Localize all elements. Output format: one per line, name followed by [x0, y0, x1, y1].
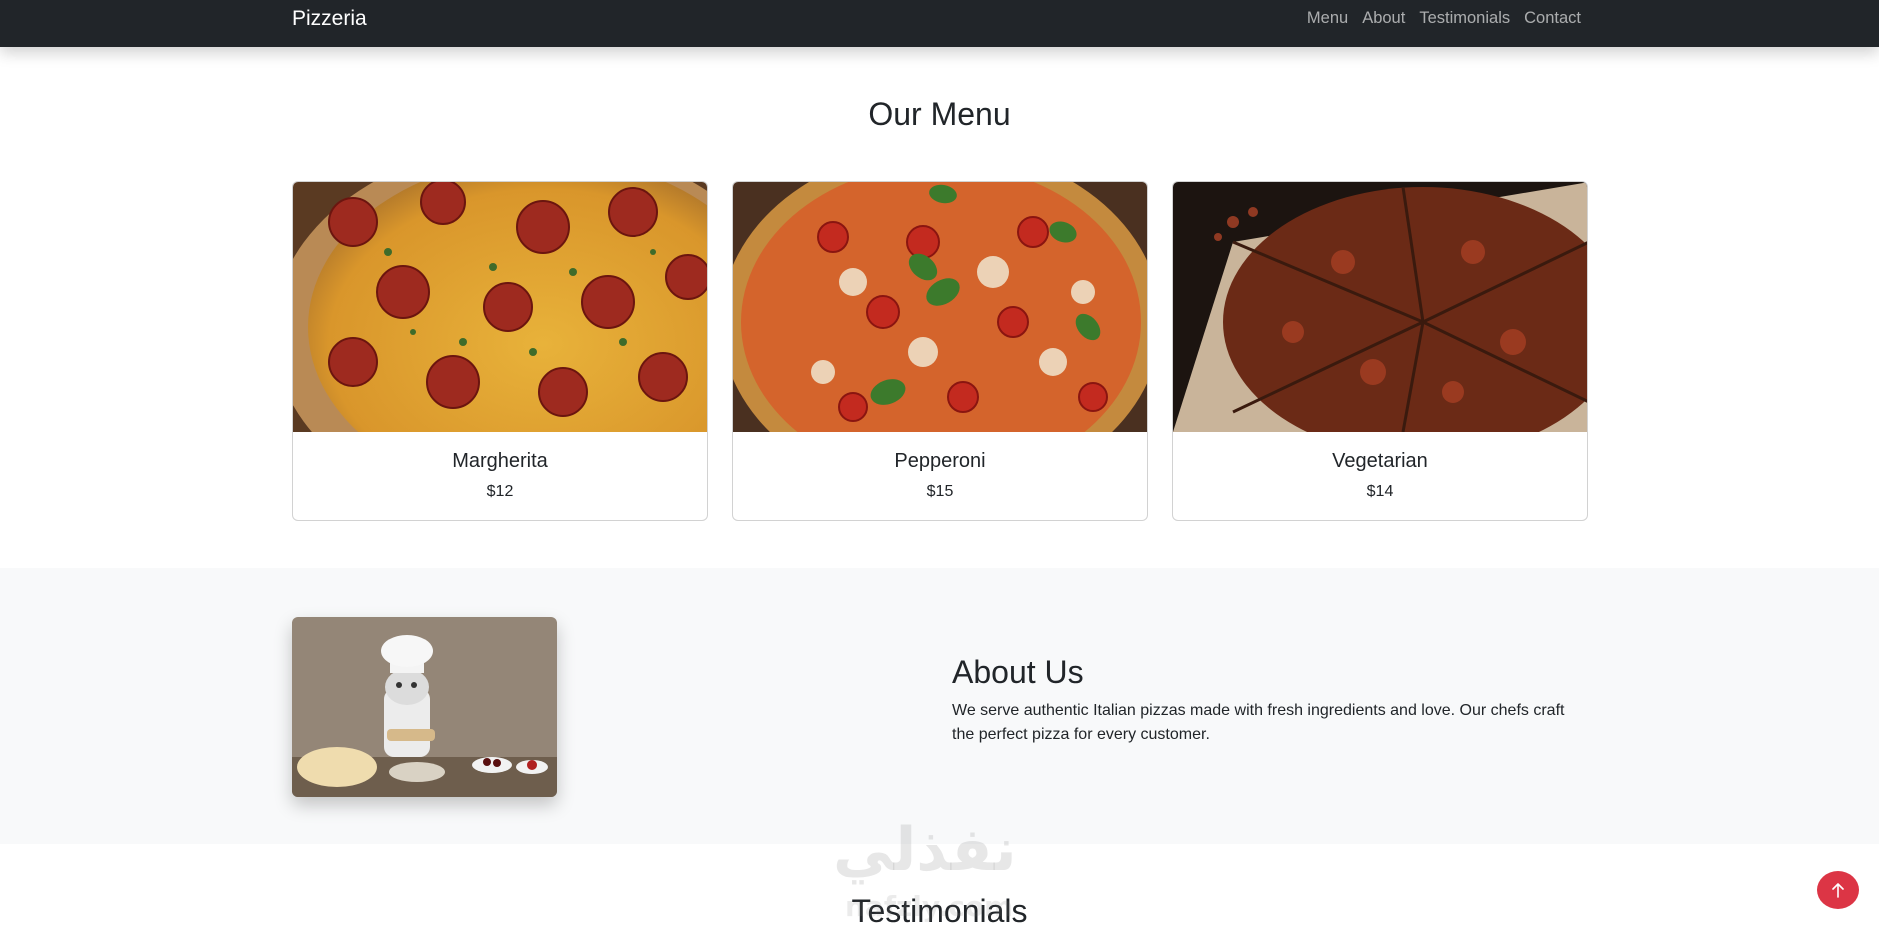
menu-item-price: $14	[1366, 483, 1394, 500]
watermark-logo: نفذلي	[833, 815, 1017, 885]
menu-item-name: Margherita	[452, 450, 548, 472]
about-section: About Us We serve authentic Italian pizz…	[0, 568, 1879, 844]
menu-card-vegetarian[interactable]: Vegetarian $14	[1172, 181, 1588, 521]
arrow-up-icon	[1831, 882, 1845, 898]
menu-item-name: Pepperoni	[894, 450, 986, 472]
watermark-url: nafzly.com	[845, 890, 1014, 923]
menu-card-pepperoni[interactable]: Pepperoni $15	[732, 181, 1148, 521]
menu-cards: Margherita $12 Pepperoni $15 Vegetarian …	[292, 181, 1589, 521]
chef-cat-photo	[292, 617, 557, 797]
nav-link-menu[interactable]: Menu	[1300, 8, 1355, 28]
about-description: We serve authentic Italian pizzas made w…	[952, 702, 1565, 743]
nav-link-testimonials[interactable]: Testimonials	[1412, 8, 1517, 28]
menu-item-name: Vegetarian	[1332, 450, 1428, 472]
back-to-top-button[interactable]	[1817, 871, 1859, 909]
pepperoni-pizza-photo	[293, 182, 707, 432]
basil-tomato-pizza-photo	[733, 182, 1147, 432]
sliced-pizza-board-photo	[1173, 182, 1587, 432]
nav-link-about[interactable]: About	[1355, 8, 1412, 28]
menu-item-price: $15	[926, 483, 954, 500]
nav-links: Menu About Testimonials Contact	[1300, 8, 1581, 28]
menu-card-margherita[interactable]: Margherita $12	[292, 181, 708, 521]
navbar: Pizzeria Menu About Testimonials Contact	[0, 0, 1879, 47]
menu-item-price: $12	[486, 483, 514, 500]
about-section-title: About Us	[952, 654, 1084, 690]
nav-link-contact[interactable]: Contact	[1517, 8, 1581, 28]
brand-logo[interactable]: Pizzeria	[292, 7, 367, 31]
menu-section-title: Our Menu	[868, 96, 1011, 132]
